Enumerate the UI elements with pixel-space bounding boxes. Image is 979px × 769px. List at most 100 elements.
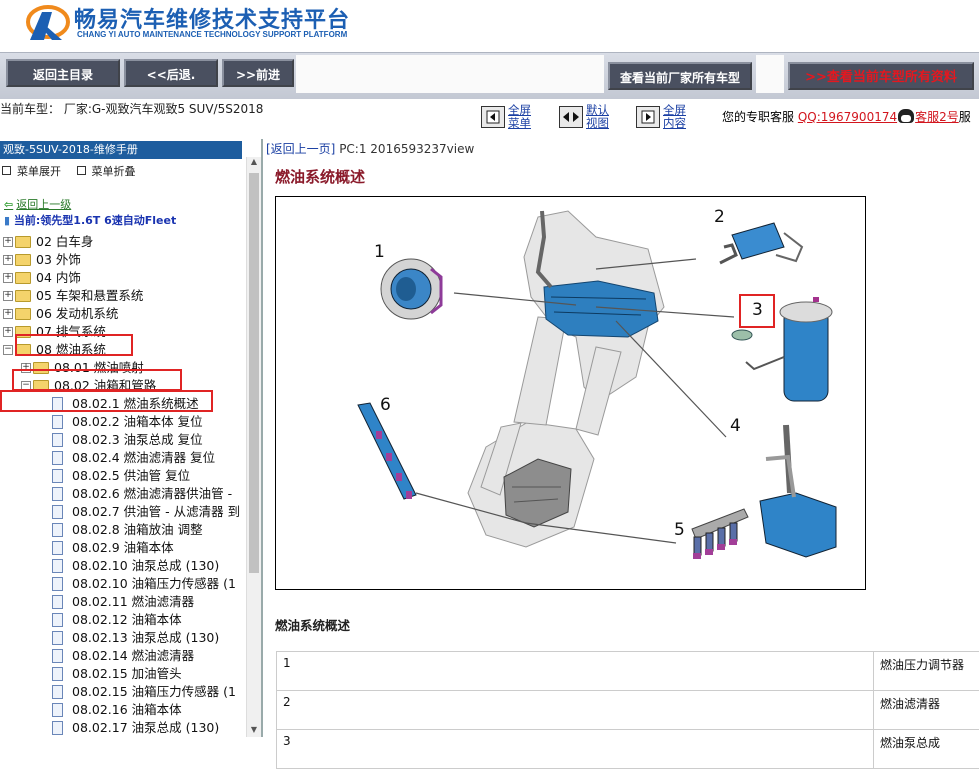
tree-item[interactable]: +03 外饰 (0, 251, 245, 269)
tree-scrollbar[interactable]: ▲ ▼ (246, 157, 261, 737)
tree-item-label[interactable]: 08.02.14 燃油滤清器 (72, 647, 194, 665)
go-up-label[interactable]: 返回上一级 (16, 198, 71, 211)
tree-item-label[interactable]: 08.02.6 燃油滤清器供油管 - (72, 485, 232, 503)
part-5-rail (692, 509, 748, 559)
tree-item-label[interactable]: 08.02.10 油泵总成 (130) (72, 557, 219, 575)
collapse-menu-button[interactable]: 菜单折叠 (77, 165, 136, 178)
nav-spacer (296, 55, 604, 93)
tree-item[interactable]: +04 内饰 (0, 269, 245, 287)
tree-item-label[interactable]: 08.02.15 加油管头 (72, 665, 182, 683)
service-name-link[interactable]: 客服2号 (915, 110, 959, 124)
tree-item-label[interactable]: 08.02.9 油箱本体 (72, 539, 174, 557)
default-view-label-1[interactable]: 默认 (586, 103, 609, 117)
tree-item[interactable]: 08.02.14 燃油滤清器 (0, 647, 245, 665)
tree-item[interactable]: 08.02.2 油箱本体 复位 (0, 413, 245, 431)
part-6-rail (358, 403, 416, 499)
tree-item-label[interactable]: 08.02.4 燃油滤清器 复位 (72, 449, 215, 467)
manual-tree-panel: 观致-5SUV-2018-维修手册 菜单展开 菜单折叠 ⇦返回上一级 ▮ 当前:… (0, 139, 263, 737)
tree-item-label[interactable]: 03 外饰 (36, 251, 81, 269)
tree-item-label[interactable]: 08.02.3 油泵总成 复位 (72, 431, 203, 449)
collapse-menu-label[interactable]: 菜单折叠 (92, 165, 136, 178)
tree-item[interactable]: 08.02.15 油箱压力传感器 (1 (0, 683, 245, 701)
tree-item[interactable]: 08.02.17 油泵总成 (130) (0, 719, 245, 737)
document-icon (52, 721, 63, 735)
tree-item[interactable]: 08.02.9 油箱本体 (0, 539, 245, 557)
scroll-thumb[interactable] (249, 173, 259, 573)
tree-item[interactable]: 08.02.15 加油管头 (0, 665, 245, 683)
tree-list: +02 白车身+03 外饰+04 内饰+05 车架和悬置系统+06 发动机系统+… (0, 229, 245, 737)
default-view-label-2[interactable]: 视图 (586, 116, 609, 130)
expand-icon[interactable]: + (3, 309, 13, 319)
tree-item-label[interactable]: 08.02.13 油泵总成 (130) (72, 629, 219, 647)
tree-item-label[interactable]: 02 白车身 (36, 233, 93, 251)
home-button[interactable]: 返回主目录 (6, 59, 120, 87)
tree-item-label[interactable]: 08.02.5 供油管 复位 (72, 467, 190, 485)
tree-item-label[interactable]: 08.02.8 油箱放油 调整 (72, 521, 203, 539)
panel-icon (481, 106, 505, 128)
part-1-regulator (381, 259, 441, 319)
highlight-box (0, 390, 213, 412)
document-icon (52, 415, 63, 429)
back-button[interactable]: <<后退. (124, 59, 218, 87)
expand-menu-button[interactable]: 菜单展开 (2, 165, 61, 178)
tree-item-label[interactable]: 05 车架和悬置系统 (36, 287, 143, 305)
tree-item-label[interactable]: 08.02.17 油泵总成 (130) (72, 719, 219, 737)
callout-6: 6 (380, 395, 391, 415)
expand-menu-label[interactable]: 菜单展开 (17, 165, 61, 178)
tree-item[interactable]: 08.02.13 油泵总成 (130) (0, 629, 245, 647)
tree-item[interactable]: 08.02.12 油箱本体 (0, 611, 245, 629)
collapse-icon[interactable]: − (3, 345, 13, 355)
left-arrow-icon: ⇦ (4, 198, 13, 211)
fullscreen-menu-label-1[interactable]: 全屏 (508, 103, 531, 117)
part-name: 燃油滤清器 (874, 691, 979, 730)
service-suffix: 服 (959, 110, 971, 124)
tree-item-label[interactable]: 06 发动机系统 (36, 305, 118, 323)
tree-item-label[interactable]: 04 内饰 (36, 269, 81, 287)
go-up-link[interactable]: ⇦返回上一级 (4, 196, 71, 212)
tree-item-label[interactable]: 08.02.16 油箱本体 (72, 701, 182, 719)
fullscreen-content-label-1[interactable]: 全屏 (663, 103, 686, 117)
expand-icon[interactable]: + (3, 291, 13, 301)
fullscreen-menu-label-2[interactable]: 菜单 (508, 116, 531, 130)
tree-item[interactable]: 08.02.11 燃油滤清器 (0, 593, 245, 611)
section-title: 燃油系统概述 (275, 615, 350, 634)
expand-icon[interactable]: + (3, 237, 13, 247)
tree-item-label[interactable]: 08.02.7 供油管 - 从滤清器 到 (72, 503, 240, 521)
factory-models-button[interactable]: 查看当前厂家所有车型 (608, 62, 752, 90)
tree-item-label[interactable]: 08.02.15 油箱压力传感器 (1 (72, 683, 236, 701)
tree-item-label[interactable]: 08.02.2 油箱本体 复位 (72, 413, 203, 431)
document-icon (52, 685, 63, 699)
part-number: 1 (277, 652, 874, 691)
current-vehicle: 当前车型： 厂家:G-观致汽车观致5 SUV/5S2018 (0, 100, 263, 117)
tree-controls: 菜单展开 菜单折叠 (2, 163, 148, 179)
tree-item[interactable]: 08.02.16 油箱本体 (0, 701, 245, 719)
tree-item[interactable]: 08.02.5 供油管 复位 (0, 467, 245, 485)
back-page-link[interactable]: [返回上一页] (266, 142, 335, 156)
expand-icon[interactable]: + (3, 327, 13, 337)
expand-icon[interactable]: + (3, 255, 13, 265)
forward-button[interactable]: >>前进 (222, 59, 294, 87)
document-icon (52, 577, 63, 591)
folder-icon (15, 290, 31, 302)
expand-icon[interactable]: + (3, 273, 13, 283)
tree-item[interactable]: +02 白车身 (0, 233, 245, 251)
tree-item[interactable]: 08.02.7 供油管 - 从滤清器 到 (0, 503, 245, 521)
tree-item[interactable]: 08.02.6 燃油滤清器供油管 - (0, 485, 245, 503)
scroll-up-icon[interactable]: ▲ (249, 157, 259, 169)
tree-item[interactable]: +06 发动机系统 (0, 305, 245, 323)
tree-item[interactable]: 08.02.10 油箱压力传感器 (1 (0, 575, 245, 593)
tree-item-label[interactable]: 08.02.11 燃油滤清器 (72, 593, 194, 611)
tree-item-label[interactable]: 08.02.10 油箱压力传感器 (1 (72, 575, 236, 593)
tree-item-label[interactable]: 08.02.12 油箱本体 (72, 611, 182, 629)
scroll-down-icon[interactable]: ▼ (249, 725, 259, 737)
tree-item[interactable]: +05 车架和悬置系统 (0, 287, 245, 305)
tree-item[interactable]: 08.02.3 油泵总成 复位 (0, 431, 245, 449)
tree-item[interactable]: 08.02.10 油泵总成 (130) (0, 557, 245, 575)
current-model-label: 当前:领先型1.6T 6速自动Fleet (14, 214, 176, 227)
all-data-button[interactable]: >>查看当前车型所有资料 (788, 62, 974, 90)
qq-link[interactable]: QQ:1967900174 (798, 110, 897, 124)
tree-item[interactable]: 08.02.8 油箱放油 调整 (0, 521, 245, 539)
fullscreen-content-label-2[interactable]: 内容 (663, 116, 686, 130)
part-2-filter (720, 223, 802, 263)
tree-item[interactable]: 08.02.4 燃油滤清器 复位 (0, 449, 245, 467)
